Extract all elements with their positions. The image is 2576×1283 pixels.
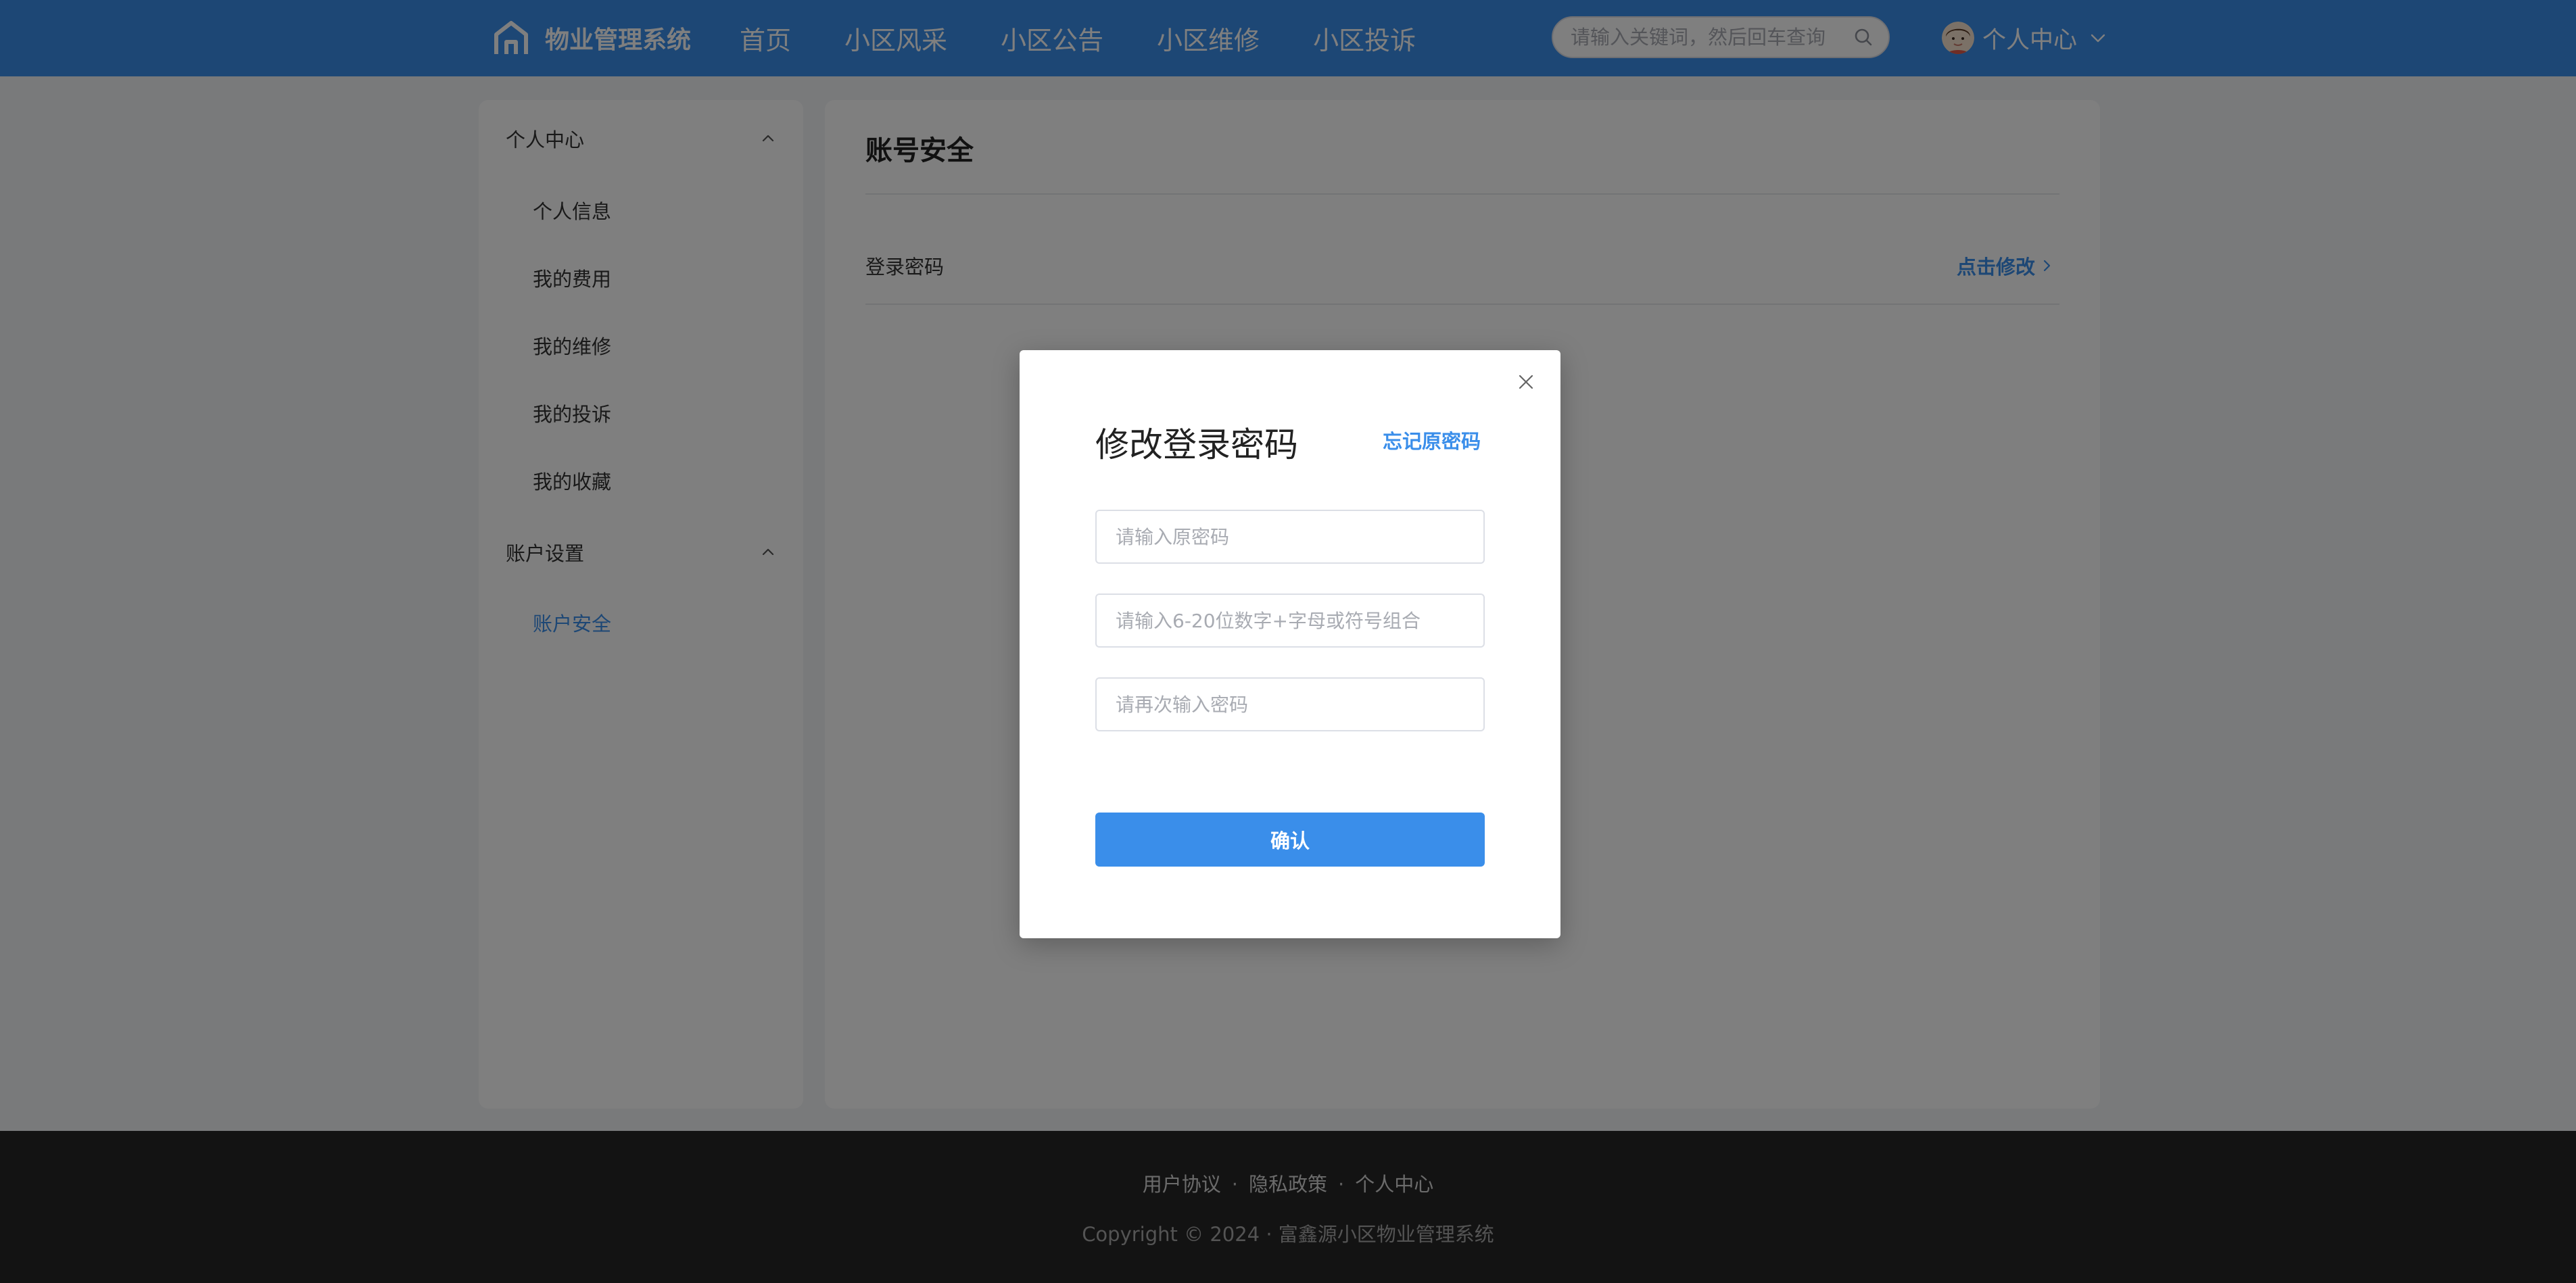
repeat-password-input[interactable] [1095,677,1485,731]
confirm-button[interactable]: 确认 [1095,813,1485,867]
change-password-dialog: 修改登录密码 忘记原密码 确认 [1020,350,1560,938]
dialog-title: 修改登录密码 [1095,425,1298,464]
forgot-password-link[interactable]: 忘记原密码 [1383,426,1481,454]
close-button[interactable] [1514,370,1537,393]
new-password-input[interactable] [1095,594,1485,648]
close-icon [1519,374,1533,389]
old-password-input[interactable] [1095,510,1485,564]
